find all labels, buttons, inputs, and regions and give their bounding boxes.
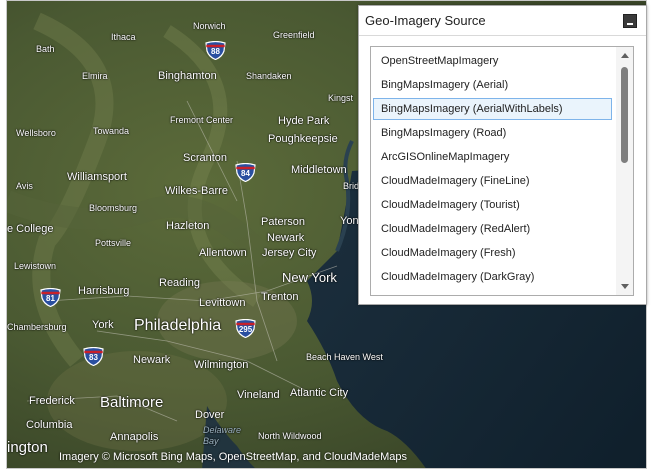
map-label-newark-de: Newark: [133, 354, 171, 366]
scroll-up-arrow-icon[interactable]: [616, 48, 633, 63]
map-label-bloomsburg: Bloomsburg: [89, 203, 138, 213]
minimize-icon[interactable]: [623, 14, 637, 28]
interstate-83-shield-number: 83: [89, 353, 98, 362]
interstate-295-shield-number: 295: [238, 325, 253, 334]
interstate-83-shield-icon: 83: [83, 347, 104, 366]
map-label-philadelphia: Philadelphia: [134, 317, 222, 334]
map-label-middletown: Middletown: [291, 164, 347, 176]
list-item-cloudmade-fresh[interactable]: CloudMadeImagery (Fresh): [373, 242, 612, 264]
list-item-arcgisonlinemapimagery[interactable]: ArcGISOnlineMapImagery: [373, 146, 612, 168]
interstate-88-shield-icon: 88: [205, 41, 226, 60]
map-label-allentown: Allentown: [199, 247, 247, 259]
map-label-washington: ington: [7, 439, 48, 456]
map-label-binghamton: Binghamton: [158, 70, 217, 82]
interstate-88-shield-number: 88: [211, 47, 220, 56]
map-label-dover: Dover: [195, 409, 225, 421]
map-label-beach-haven-west: Beach Haven West: [306, 352, 383, 362]
list-item-cloudmade-darkgray[interactable]: CloudMadeImagery (DarkGray): [373, 266, 612, 288]
map-label-yonkers: Yon: [340, 215, 359, 227]
map-label-norwich: Norwich: [193, 21, 226, 31]
map-label-levittown: Levittown: [199, 297, 246, 309]
list-item-openstreetmapimagery[interactable]: OpenStreetMapImagery: [373, 50, 612, 72]
map-label-avis: Avis: [16, 181, 33, 191]
map-label-ithaca: Ithaca: [111, 32, 136, 42]
map-label-williamsport: Williamsport: [67, 171, 127, 183]
list-item-cloudmade-fineline[interactable]: CloudMadeImagery (FineLine): [373, 170, 612, 192]
map-label-hazleton: Hazleton: [166, 220, 210, 232]
list-item-bingmaps-aerialwithlabels[interactable]: BingMapsImagery (AerialWithLabels): [373, 98, 612, 120]
map-label-harrisburg: Harrisburg: [78, 285, 130, 297]
scrollbar-thumb[interactable]: [621, 67, 628, 163]
map-label-wilmington: Wilmington: [194, 359, 249, 371]
map-label-bath: Bath: [36, 44, 55, 54]
map-label-shandaken: Shandaken: [246, 71, 292, 81]
interstate-84-shield-number: 84: [241, 169, 250, 178]
map-label-chambersburg: Chambersburg: [7, 322, 67, 332]
map-label-greenfield: Greenfield: [273, 30, 315, 40]
map-label-jersey-city: Jersey City: [262, 247, 317, 259]
map-label-poughkeepsie: Poughkeepsie: [268, 133, 338, 145]
interstate-84-shield-icon: 84: [235, 163, 256, 182]
list-item-bingmaps-road[interactable]: BingMapsImagery (Road): [373, 122, 612, 144]
map-label-fremont-center: Fremont Center: [170, 115, 234, 125]
list-scrollbar[interactable]: [616, 47, 633, 295]
map-label-scranton: Scranton: [183, 152, 228, 164]
map-label-baltimore: Baltimore: [100, 394, 164, 411]
list-item-cloudmade-tourist[interactable]: CloudMadeImagery (Tourist): [373, 194, 612, 216]
map-label-york: York: [92, 319, 114, 331]
map-label-state-college: e College: [7, 223, 54, 235]
interstate-81-shield-number: 81: [46, 294, 55, 303]
map-label-reading: Reading: [159, 277, 200, 289]
map-label-wilkes-barre: Wilkes-Barre: [165, 185, 228, 197]
map-label-lewistown: Lewistown: [14, 261, 57, 271]
interstate-81-shield-icon: 81: [40, 288, 61, 307]
list-item-cloudmade-redalert[interactable]: CloudMadeImagery (RedAlert): [373, 218, 612, 240]
map-label-new-york: New York: [282, 270, 337, 285]
panel-title: Geo-Imagery Source: [365, 13, 486, 28]
map-label-hyde-park: Hyde Park: [278, 115, 330, 127]
map-label-brid: Brid: [343, 181, 360, 191]
map-label-elmira: Elmira: [82, 71, 108, 81]
list-item-bingmaps-aerial[interactable]: BingMapsImagery (Aerial): [373, 74, 612, 96]
map-label-towanda: Towanda: [93, 126, 130, 136]
map-label-columbia: Columbia: [26, 419, 73, 431]
map-label-annapolis: Annapolis: [110, 431, 159, 443]
map-label-delaware-bay: Delaware Bay: [203, 425, 242, 446]
map-label-pottsville: Pottsville: [95, 238, 132, 248]
map-label-newark-nj: Newark: [267, 232, 305, 244]
map-label-kingston: Kingst: [328, 93, 354, 103]
map-label-trenton: Trenton: [261, 291, 299, 303]
map-label-wellsboro: Wellsboro: [16, 128, 56, 138]
map-label-frederick: Frederick: [29, 395, 75, 407]
panel-header: Geo-Imagery Source: [359, 6, 646, 36]
map-label-north-wildwood: North Wildwood: [258, 431, 322, 441]
geo-imagery-source-panel: Geo-Imagery Source OpenStreetMapImagery …: [358, 5, 647, 305]
map-label-paterson: Paterson: [261, 216, 306, 228]
map-label-vineland: Vineland: [237, 389, 280, 401]
map-attribution: Imagery © Microsoft Bing Maps, OpenStree…: [59, 451, 408, 463]
imagery-source-listbox[interactable]: OpenStreetMapImagery BingMapsImagery (Ae…: [370, 46, 634, 296]
interstate-295-shield-icon: 295: [235, 319, 256, 338]
scroll-down-arrow-icon[interactable]: [616, 279, 633, 294]
map-label-atlantic-city: Atlantic City: [290, 387, 349, 399]
